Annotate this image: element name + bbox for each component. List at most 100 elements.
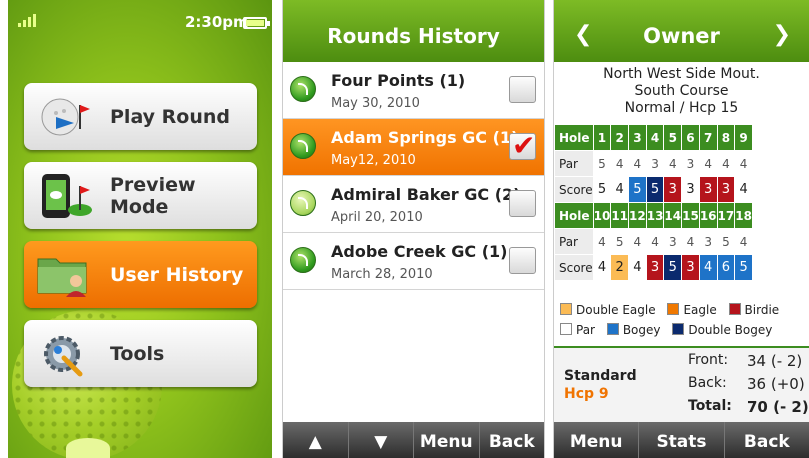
score-cell[interactable]: 5 [628, 176, 647, 203]
status-bar: 2:30pm [8, 0, 272, 42]
scorecard-screen: ❮ Owner ❯ North West Side Mout. South Co… [553, 0, 809, 458]
hole-number: 9 [734, 124, 753, 151]
previous-arrow-icon[interactable]: ❮ [574, 22, 592, 47]
par-cell: 4 [645, 228, 665, 255]
par-cell: 4 [663, 150, 683, 177]
par-cell: 3 [698, 228, 718, 255]
tee-graphic [66, 438, 110, 458]
scroll-down-button[interactable]: ▼ [349, 422, 414, 458]
back-hole-row: Hole 10 11 12 13 14 15 16 17 18 [554, 202, 753, 229]
score-cell[interactable]: 3 [681, 254, 700, 281]
par-cell: 4 [628, 228, 647, 255]
score-cell[interactable]: 4 [734, 176, 753, 203]
par-cell: 3 [645, 150, 665, 177]
scorecard-header: ❮ Owner ❯ [554, 0, 809, 62]
score-cell[interactable]: 5 [734, 254, 753, 281]
hole-number: 8 [716, 124, 736, 151]
round-row[interactable]: Admiral Baker GC (2) April 20, 2010 [283, 176, 544, 233]
par-cell: 4 [716, 150, 736, 177]
menu-button[interactable]: Menu [414, 422, 480, 458]
score-cell[interactable]: 4 [628, 254, 647, 281]
round-course-name: Adobe Creek GC (1) [331, 242, 508, 261]
hole-number: 2 [610, 124, 630, 151]
front-hole-row: Hole 1 2 3 4 5 6 7 8 9 [554, 124, 753, 151]
course-name: North West Side Mout. [603, 66, 760, 82]
score-cell[interactable]: 6 [716, 254, 736, 281]
front-score-row: Score 5 4 5 5 3 3 3 3 4 [554, 176, 753, 203]
round-course-name: Adam Springs GC (1) [331, 128, 519, 147]
hole-number: 16 [698, 202, 718, 229]
par-cell: 4 [681, 228, 700, 255]
next-arrow-icon[interactable]: ❯ [773, 22, 791, 47]
menu-button[interactable]: Menu [554, 422, 640, 458]
score-cell[interactable]: 5 [663, 254, 683, 281]
score-label: Score [554, 254, 594, 281]
hole-number: 7 [698, 124, 718, 151]
par-swatch [560, 323, 572, 335]
hole-number: 14 [663, 202, 683, 229]
preview-mode-label: Preview Mode [110, 173, 196, 218]
par-cell: 5 [610, 228, 630, 255]
round-checkbox[interactable] [509, 247, 536, 274]
score-cell[interactable]: 5 [645, 176, 665, 203]
score-cell[interactable]: 3 [716, 176, 736, 203]
main-menu-screen: 2:30pm Play Round Preview Mode User Hist… [8, 0, 272, 458]
total-label: Total: [688, 398, 732, 414]
preview-mode-button[interactable]: Preview Mode [24, 162, 257, 229]
score-cell[interactable]: 3 [698, 176, 718, 203]
user-history-label: User History [110, 263, 244, 286]
round-checkbox[interactable] [509, 76, 536, 103]
par-cell: 4 [592, 228, 612, 255]
signal-icon [18, 14, 36, 27]
score-cell[interactable]: 3 [681, 176, 700, 203]
round-row-selected[interactable]: Adam Springs GC (1) May12, 2010 [283, 119, 544, 176]
score-cell[interactable]: 3 [645, 254, 665, 281]
round-checkbox-checked[interactable] [509, 129, 536, 162]
score-cell[interactable]: 3 [663, 176, 683, 203]
player-handicap: Hcp 9 [564, 386, 609, 402]
scroll-up-button[interactable]: ▲ [283, 422, 349, 458]
page-title: Rounds History [327, 24, 500, 48]
birdie-swatch [728, 303, 741, 315]
hole-number: 13 [645, 202, 665, 229]
legend-birdie: Birdie [744, 303, 780, 317]
hole-number: 15 [681, 202, 700, 229]
par-cell: 4 [698, 150, 718, 177]
score-grid: Hole 1 2 3 4 5 6 7 8 9 Par 5 4 4 3 4 3 4… [554, 124, 753, 281]
round-date: May 30, 2010 [331, 96, 420, 111]
round-date: March 28, 2010 [331, 267, 433, 282]
golf-flag-icon [290, 133, 316, 159]
play-round-button[interactable]: Play Round [24, 83, 257, 150]
score-cell[interactable]: 4 [592, 254, 612, 281]
round-checkbox[interactable] [509, 190, 536, 217]
scorecard-bottom-bar: Menu Stats Back [554, 422, 809, 458]
front-label: Front: [688, 352, 729, 368]
tee-type: Standard [564, 368, 637, 384]
round-row[interactable]: Four Points (1) May 30, 2010 [283, 62, 544, 119]
hole-number: 18 [734, 202, 753, 229]
score-cell[interactable]: 5 [592, 176, 612, 203]
back-button[interactable]: Back [480, 422, 545, 458]
legend-par: Par [576, 323, 595, 337]
stats-button[interactable]: Stats [639, 422, 725, 458]
tools-button[interactable]: Tools [24, 320, 257, 387]
legend-double-eagle: Double Eagle [576, 303, 656, 317]
back-score-row: Score 4 2 4 3 5 3 4 6 5 [554, 254, 753, 281]
score-cell[interactable]: 4 [610, 176, 630, 203]
hole-number: 10 [592, 202, 612, 229]
hole-label: Hole [554, 124, 594, 151]
front-par-row: Par 5 4 4 3 4 3 4 4 4 [554, 150, 753, 177]
course-info: North West Side Mout. South Course Norma… [554, 66, 809, 117]
user-history-button[interactable]: User History [24, 241, 257, 308]
clock: 2:30pm [185, 13, 249, 31]
hole-number: 4 [645, 124, 665, 151]
par-cell: 4 [628, 150, 647, 177]
score-cell[interactable]: 2 [610, 254, 630, 281]
round-row[interactable]: Adobe Creek GC (1) March 28, 2010 [283, 233, 544, 290]
legend-eagle: Eagle [683, 303, 717, 317]
back-button[interactable]: Back [725, 422, 809, 458]
total-score: 70 (- 2) [747, 398, 809, 416]
golf-flag-icon [290, 190, 316, 216]
course-layout: South Course [634, 83, 729, 99]
score-cell[interactable]: 4 [698, 254, 718, 281]
